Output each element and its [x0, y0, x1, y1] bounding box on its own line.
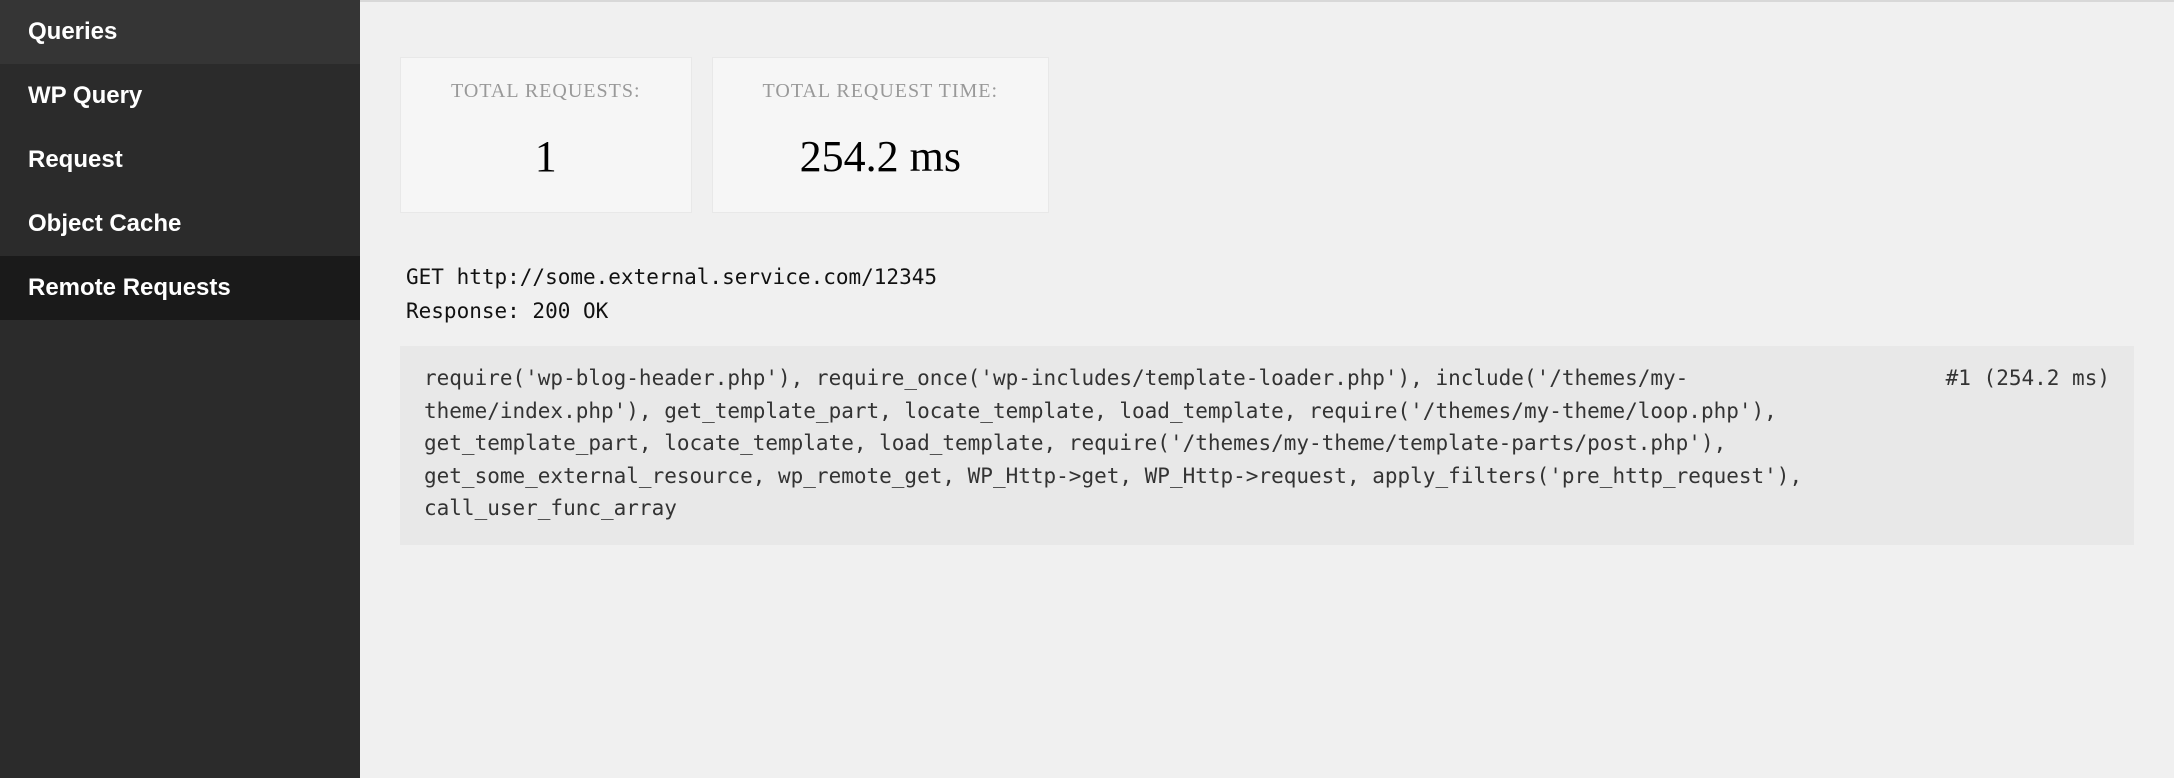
stat-value: 254.2 ms — [763, 131, 999, 182]
stat-value: 1 — [451, 131, 641, 182]
sidebar-item-label: Object Cache — [28, 210, 181, 237]
request-line: GET http://some.external.service.com/123… — [406, 261, 2134, 295]
response-line: Response: 200 OK — [406, 295, 2134, 329]
sidebar-item-queries[interactable]: Queries — [0, 0, 360, 64]
sidebar-item-request[interactable]: Request — [0, 128, 360, 192]
sidebar-item-label: Remote Requests — [28, 274, 231, 301]
stat-label: TOTAL REQUEST TIME: — [763, 80, 999, 103]
stat-label: TOTAL REQUESTS: — [451, 80, 641, 103]
sidebar-item-object-cache[interactable]: Object Cache — [0, 192, 360, 256]
sidebar-item-label: WP Query — [28, 82, 142, 109]
sidebar-item-remote-requests[interactable]: Remote Requests — [0, 256, 360, 320]
stack-trace-tag: #1 (254.2 ms) — [1946, 362, 2110, 395]
sidebar: Queries WP Query Request Object Cache Re… — [0, 0, 360, 778]
request-meta: GET http://some.external.service.com/123… — [360, 243, 2174, 346]
stats-row: TOTAL REQUESTS: 1 TOTAL REQUEST TIME: 25… — [360, 2, 2174, 243]
stack-trace-text: require('wp-blog-header.php'), require_o… — [424, 362, 1886, 525]
sidebar-item-label: Request — [28, 146, 123, 173]
sidebar-item-label: Queries — [28, 18, 117, 45]
stat-card-total-request-time: TOTAL REQUEST TIME: 254.2 ms — [712, 57, 1050, 213]
stack-trace-block: require('wp-blog-header.php'), require_o… — [400, 346, 2134, 545]
sidebar-item-wp-query[interactable]: WP Query — [0, 64, 360, 128]
stat-card-total-requests: TOTAL REQUESTS: 1 — [400, 57, 692, 213]
main-content: TOTAL REQUESTS: 1 TOTAL REQUEST TIME: 25… — [360, 0, 2174, 778]
